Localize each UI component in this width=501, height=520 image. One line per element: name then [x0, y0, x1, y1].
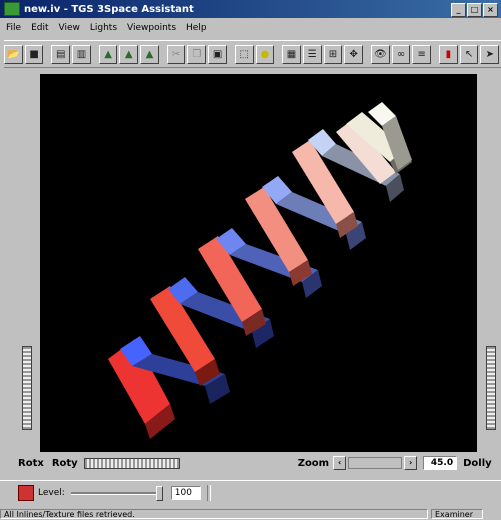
- view-icon[interactable]: 👁: [370, 44, 390, 64]
- object-icon[interactable]: ▦: [282, 44, 301, 64]
- open-icon[interactable]: 📂: [4, 44, 23, 64]
- menu-lights[interactable]: Lights: [90, 23, 117, 33]
- status-message: All Inlines/Texture files retrieved.: [0, 509, 428, 519]
- zoom-increase-button[interactable]: ›: [404, 456, 418, 470]
- 3d-scene: [108, 102, 412, 439]
- status-bar: All Inlines/Texture files retrieved. Exa…: [0, 508, 501, 520]
- window-title: new.iv - TGS 3Space Assistant: [24, 3, 194, 15]
- 3d-viewport[interactable]: [40, 74, 477, 452]
- toolbar: 📂 ■ ▤ ▥ ▲ ▲ ▲ ✂ ❐ ▣ ⬚ ● ▦ ☰ ⊞ ✥ 👁 ∞ ≡ ▮ …: [4, 40, 501, 68]
- level-separator: [206, 485, 211, 501]
- arrow-icon[interactable]: ↖: [459, 44, 479, 64]
- scene-icon[interactable]: ▲: [140, 44, 159, 64]
- viewer-controls: Rotx Roty Zoom ‹ › 45.0 Dolly: [0, 452, 501, 474]
- select-icon[interactable]: ⬚: [234, 44, 254, 64]
- zoom-value-field[interactable]: 45.0: [423, 456, 458, 470]
- scene-icon[interactable]: ▲: [119, 44, 139, 64]
- cut-icon[interactable]: ✂: [166, 44, 186, 64]
- status-mode: Examiner: [431, 509, 483, 519]
- rotx-label: Rotx: [18, 457, 44, 469]
- object-icon[interactable]: ☰: [302, 44, 322, 64]
- scene-icon[interactable]: ▲: [98, 44, 118, 64]
- close-button[interactable]: ×: [483, 3, 498, 17]
- box-stack: [108, 102, 412, 439]
- menu-view[interactable]: View: [59, 23, 80, 33]
- binoculars-icon[interactable]: ∞: [391, 44, 411, 64]
- move-icon[interactable]: ✥: [344, 44, 364, 64]
- pick-icon[interactable]: ▮: [439, 44, 458, 64]
- level-slider-thumb[interactable]: [155, 485, 163, 501]
- window-controls: _ □ ×: [451, 3, 498, 17]
- minimize-button[interactable]: _: [451, 3, 466, 17]
- right-thumbwheel[interactable]: [486, 346, 496, 430]
- menu-edit[interactable]: Edit: [31, 23, 48, 33]
- light-icon[interactable]: ●: [255, 44, 275, 64]
- menu-viewpoints[interactable]: Viewpoints: [127, 23, 176, 33]
- grid-icon[interactable]: ⊞: [323, 44, 343, 64]
- list-icon[interactable]: ≡: [412, 44, 432, 64]
- roty-thumbwheel[interactable]: [83, 457, 180, 469]
- title-bar: new.iv - TGS 3Space Assistant _ □ ×: [0, 0, 501, 18]
- menu-bar: File Edit View Lights Viewpoints Help: [0, 20, 501, 36]
- zoom-slider[interactable]: [348, 457, 403, 469]
- level-icon: [18, 485, 34, 501]
- level-bar: Level: 100: [0, 480, 501, 505]
- zoom-label: Zoom: [297, 457, 330, 469]
- save-icon[interactable]: ■: [24, 44, 44, 64]
- cursor-icon[interactable]: ➤: [480, 44, 500, 64]
- print-icon[interactable]: ▤: [51, 44, 71, 64]
- menu-help[interactable]: Help: [186, 23, 207, 33]
- print-preview-icon[interactable]: ▥: [72, 44, 91, 64]
- zoom-decrease-button[interactable]: ‹: [333, 456, 347, 470]
- paste-icon[interactable]: ▣: [208, 44, 227, 64]
- maximize-button[interactable]: □: [467, 3, 482, 17]
- left-thumbwheel[interactable]: [22, 346, 32, 430]
- level-value-field[interactable]: 100: [170, 486, 201, 500]
- menu-file[interactable]: File: [6, 23, 21, 33]
- roty-label: Roty: [51, 457, 78, 469]
- level-label: Level:: [38, 488, 65, 498]
- app-icon: [4, 2, 20, 16]
- dolly-label: Dolly: [463, 457, 492, 469]
- copy-icon[interactable]: ❐: [187, 44, 207, 64]
- level-slider[interactable]: [70, 485, 163, 501]
